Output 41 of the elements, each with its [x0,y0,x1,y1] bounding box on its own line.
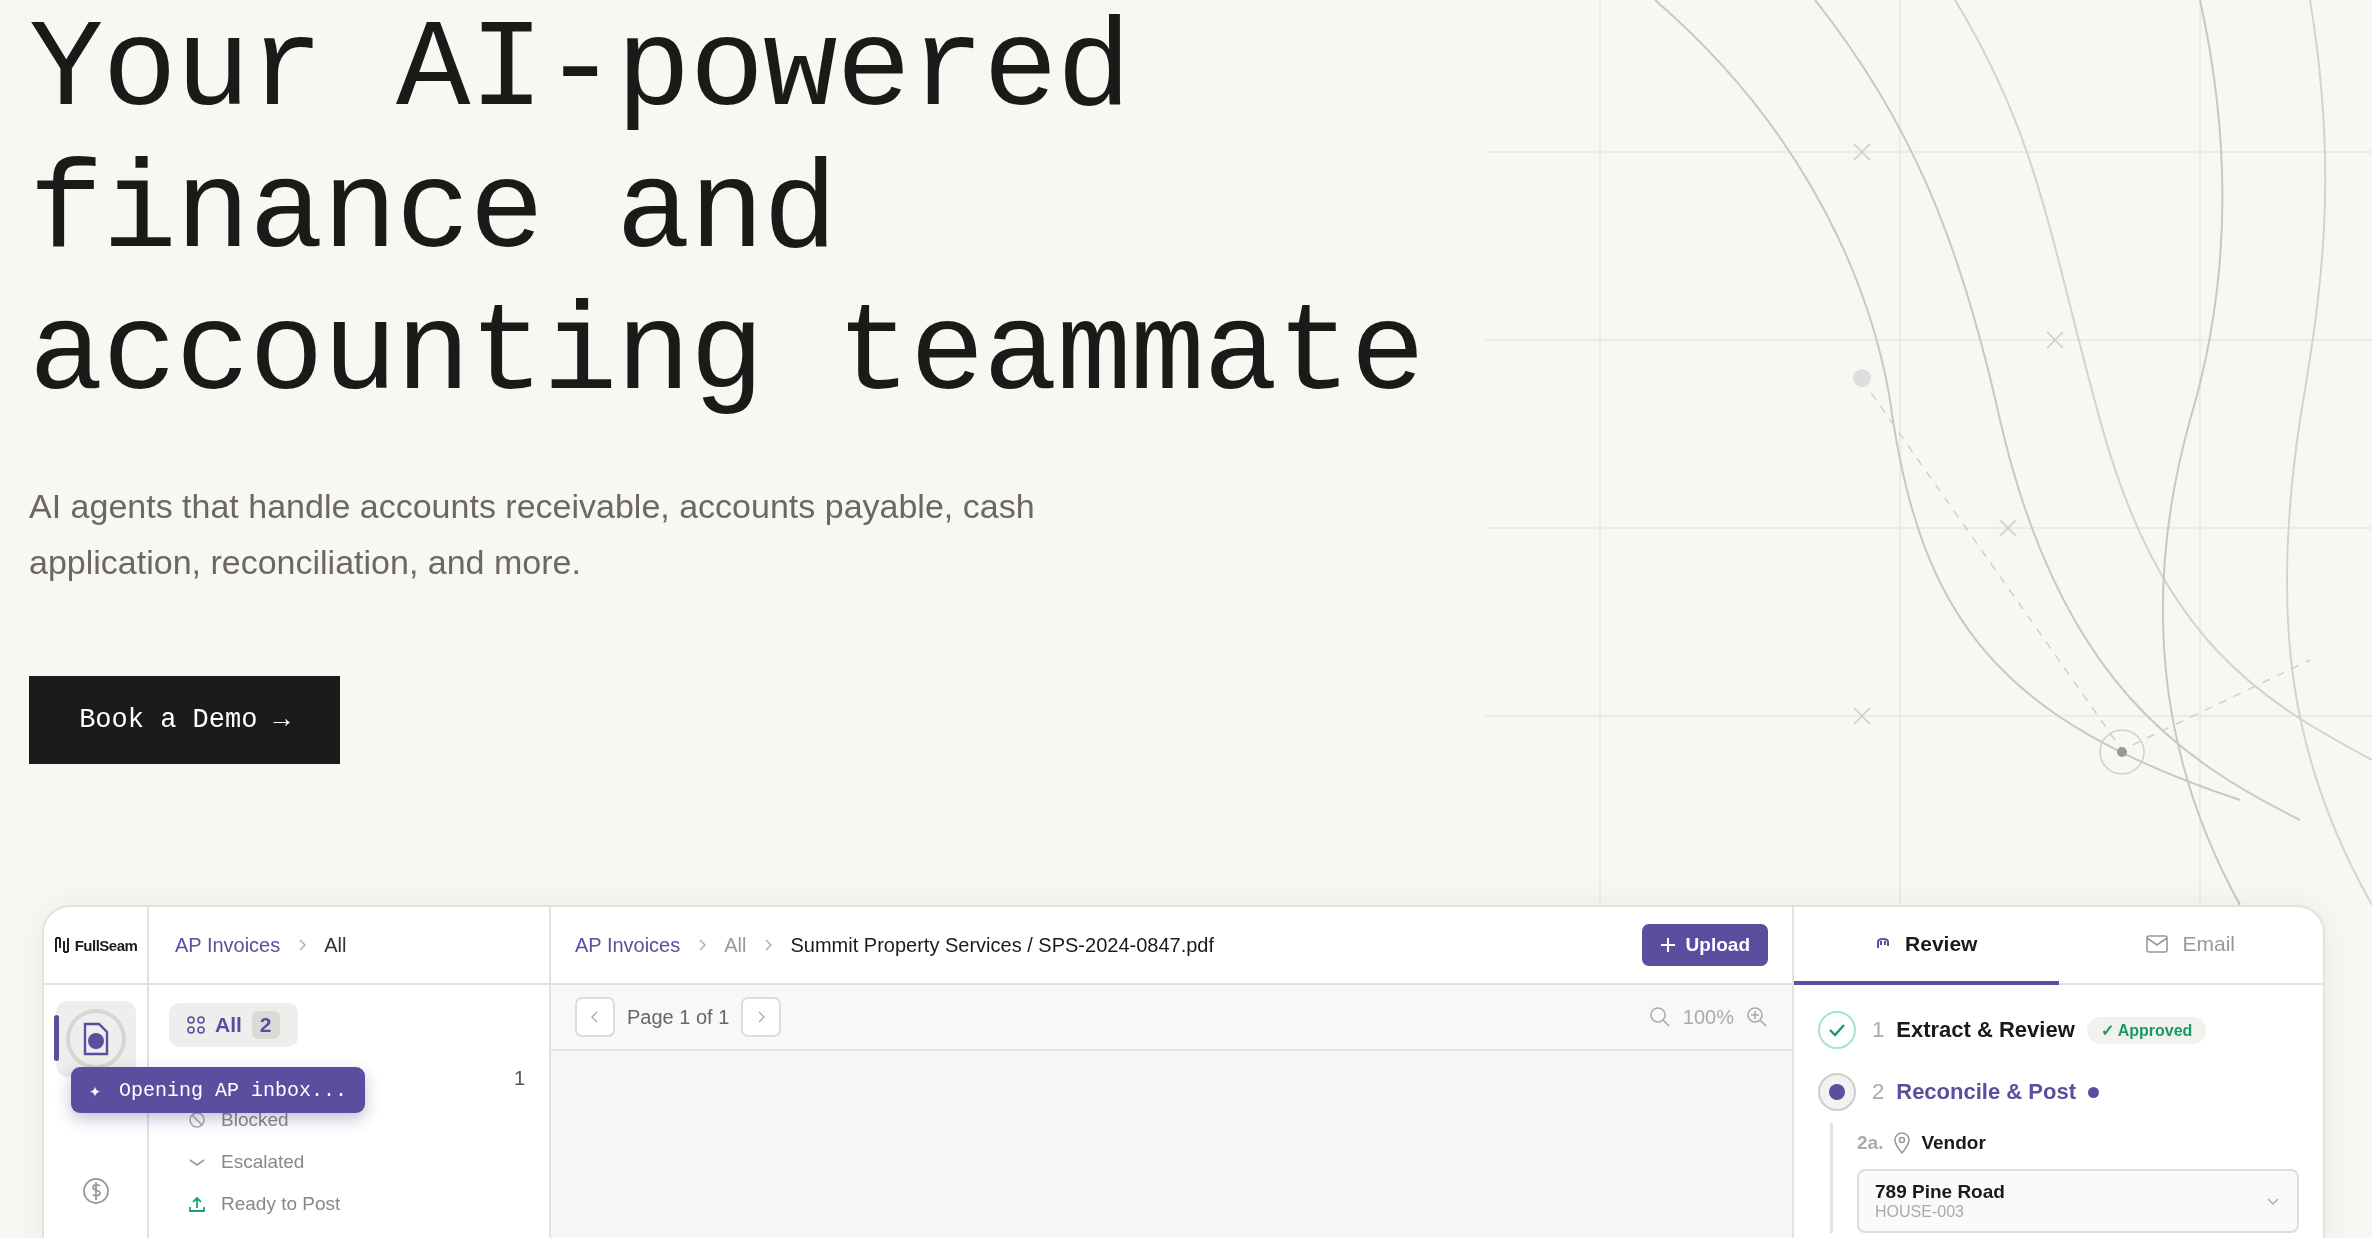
zoom-level: 100% [1682,1005,1734,1029]
status-tooltip: ✦ Opening AP inbox... [71,1067,366,1113]
hero-heading: Your AI-powered finance and accounting teammate [29,0,1425,426]
dollar-icon [80,1176,111,1206]
logo-text: FullSeam [74,936,138,954]
filter-row[interactable]: Ready to Post [149,1183,549,1225]
upload-icon [187,1194,207,1214]
next-page-button[interactable] [741,997,782,1037]
grid-icon [187,1016,205,1034]
zoom-in-icon[interactable] [1746,1006,1768,1028]
filter-row[interactable]: Escalated [149,1141,549,1183]
breadcrumb-link[interactable]: AP Invoices [575,933,681,957]
mail-icon [2146,935,2169,953]
breadcrumb-item: Summit Property Services / SPS-2024-0847.pdf [790,933,1214,957]
substep-number: 2a. [1857,1132,1884,1154]
breadcrumb-link[interactable]: AP Invoices [175,933,281,957]
filter-label: Escalated [221,1151,305,1173]
active-dot-icon [2087,1086,2099,1098]
plus-icon [1659,937,1676,953]
vendor-select[interactable]: 789 Pine Road HOUSE-003 [1857,1169,2299,1233]
location-pin-icon [1893,1132,1912,1154]
previous-page-button[interactable] [575,997,615,1037]
filter-chip[interactable]: All 2 [169,1003,298,1047]
filter-label: Ready to Post [221,1193,341,1215]
page-indicator: Page 1 of 1 [627,1005,730,1029]
blocked-icon [187,1110,207,1130]
tab[interactable]: Review [1794,907,2059,985]
step-title: Reconcile & Post [1896,1079,2076,1105]
step-number: 1 [1872,1017,1885,1043]
status-badge: ✓ Approved [2086,1016,2207,1044]
search-icon[interactable] [1648,1006,1671,1028]
book-demo-button[interactable]: Book a Demo → [29,676,340,764]
upload-button[interactable]: Upload [1641,924,1768,966]
hero-subtitle: AI agents that handle accounts receivable, accounts payable, cash application, reconciliation, and more. [29,486,1036,583]
substep-title: Vendor [1921,1132,1986,1154]
step-title: Extract & Review [1896,1017,2075,1043]
step-number: 2 [1872,1079,1885,1105]
breadcrumb-item: All [724,933,747,957]
logo-icon [53,936,70,954]
breadcrumb-item: All [324,933,347,957]
nav-item[interactable] [55,1001,136,1077]
